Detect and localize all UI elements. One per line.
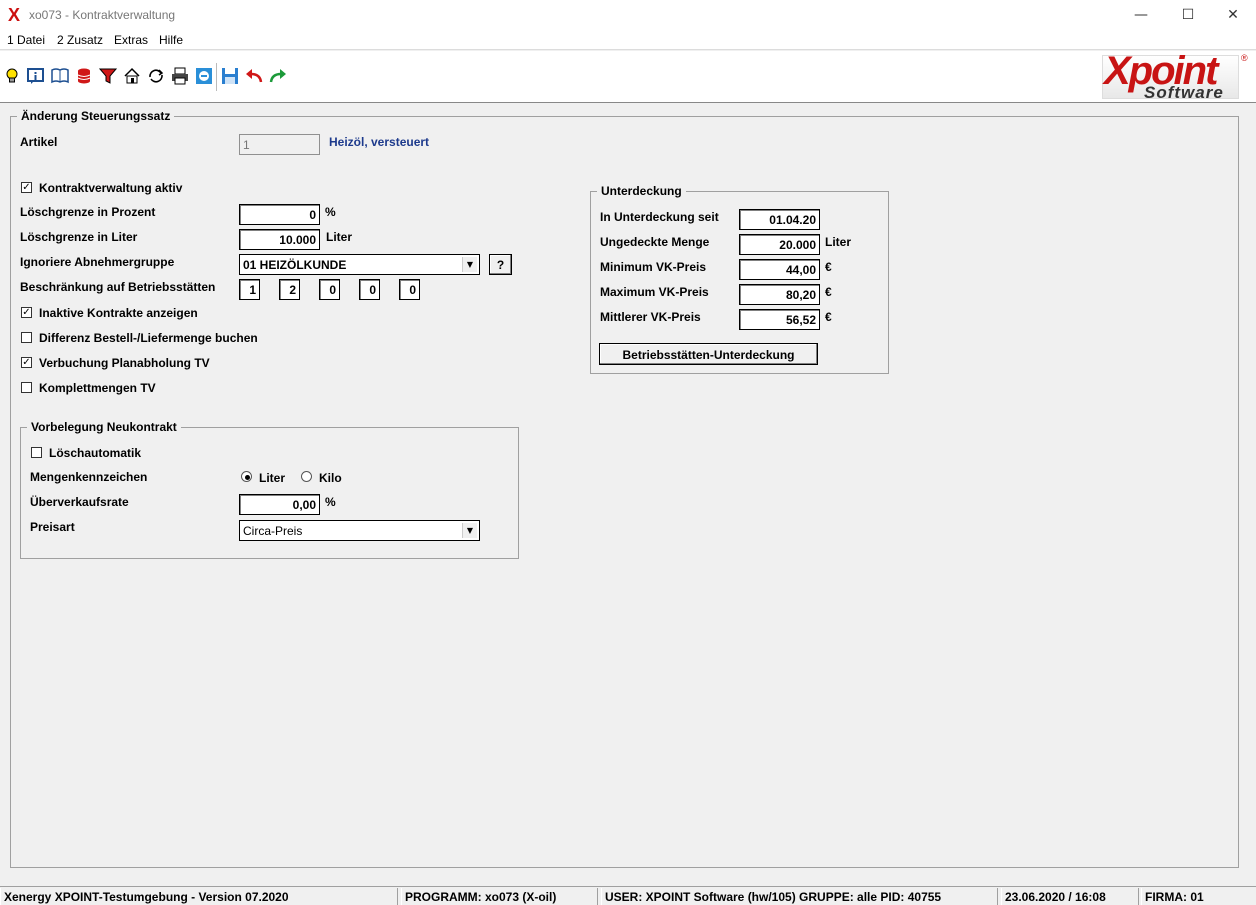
menu-datei[interactable]: 1 Datei [7, 33, 45, 47]
unterdeckung-seit-field: 01.04.20 [739, 209, 820, 230]
minimum-euro-unit: € [825, 260, 832, 274]
ungedeckte-menge-field: 20.000 [739, 234, 820, 255]
unterdeckung-seit-label: In Unterdeckung seit [600, 210, 719, 224]
komplett-checkbox[interactable] [21, 382, 32, 393]
artikel-description: Heizöl, versteuert [329, 135, 430, 149]
status-environment: Xenergy XPOINT-Testumgebung - Version 07… [0, 888, 398, 905]
liter-unit: Liter [326, 230, 353, 244]
database-icon[interactable] [74, 66, 94, 86]
home-icon[interactable] [122, 66, 142, 86]
preisart-select[interactable]: Circa-Preis ▼ [239, 520, 480, 541]
menu-zusatz[interactable]: 2 Zusatz [57, 33, 103, 47]
loeschautomatik-checkbox[interactable] [31, 447, 42, 458]
betriebsstaette-field-4[interactable]: 0 [359, 279, 380, 300]
status-firma: FIRMA: 01 [1141, 888, 1256, 905]
help-button[interactable]: ? [489, 254, 512, 275]
maximum-vk-field: 80,20 [739, 284, 820, 305]
differenz-label: Differenz Bestell-/Liefermenge buchen [39, 331, 258, 345]
loeschgrenze-liter-label: Löschgrenze in Liter [20, 230, 138, 244]
inaktive-checkbox[interactable]: ✓ [21, 307, 32, 318]
liter-radio-label: Liter [259, 471, 286, 485]
brand-subtitle: Software [1144, 83, 1224, 102]
chevron-down-icon[interactable]: ▼ [462, 523, 477, 538]
ueberverkaufsrate-label: Überverkaufsrate [30, 495, 129, 509]
mittlerer-euro-unit: € [825, 310, 832, 324]
loeschgrenze-prozent-label: Löschgrenze in Prozent [20, 205, 156, 219]
minimize-button[interactable]: — [1118, 0, 1164, 30]
window-title: xo073 - Kontraktverwaltung [29, 8, 176, 22]
save-icon[interactable] [220, 66, 240, 86]
print-icon[interactable] [170, 66, 190, 86]
kontrakt-aktiv-label: Kontraktverwaltung aktiv [39, 181, 183, 195]
preisart-value: Circa-Preis [243, 524, 303, 538]
group-title-vorbelegung: Vorbelegung Neukontrakt [27, 420, 181, 434]
minimum-vk-field: 44,00 [739, 259, 820, 280]
title-bar: X xo073 - Kontraktverwaltung — ☐ ✕ [0, 0, 1256, 30]
abnehmergruppe-select[interactable]: 01 HEIZÖLKUNDE ▼ [239, 254, 480, 275]
betriebsstaetten-label: Beschränkung auf Betriebsstätten [20, 280, 216, 294]
ueberverkauf-percent-unit: % [325, 495, 336, 509]
ungedeckte-menge-label: Ungedeckte Menge [600, 235, 710, 249]
komplett-label: Komplettmengen TV [39, 381, 156, 395]
liter-radio[interactable] [241, 471, 252, 482]
verbuchung-checkbox[interactable]: ✓ [21, 357, 32, 368]
loeschgrenze-prozent-field[interactable]: 0 [239, 204, 320, 225]
book-icon[interactable] [50, 66, 70, 86]
brand-registered: ® [1241, 53, 1248, 63]
toolbar-separator [216, 63, 217, 91]
menu-hilfe[interactable]: Hilfe [159, 33, 183, 47]
status-bar: Xenergy XPOINT-Testumgebung - Version 07… [0, 886, 1256, 905]
menu-extras[interactable]: Extras [114, 33, 148, 47]
betriebsstaetten-unterdeckung-button[interactable]: Betriebsstätten-Unterdeckung [599, 343, 818, 365]
group-title-steuerungssatz: Änderung Steuerungssatz [17, 109, 175, 123]
refresh-icon[interactable] [146, 66, 166, 86]
app-logo-icon: X [8, 5, 21, 25]
lightbulb-icon[interactable] [2, 66, 22, 86]
loeschautomatik-label: Löschautomatik [49, 446, 142, 460]
toolbar: Xpoint Software ® [0, 49, 1256, 103]
betriebsstaette-field-1[interactable]: 1 [239, 279, 260, 300]
kilo-radio[interactable] [301, 471, 312, 482]
betriebsstaette-field-5[interactable]: 0 [399, 279, 420, 300]
status-user: USER: XPOINT Software (hw/105) GRUPPE: a… [601, 888, 998, 905]
artikel-label: Artikel [20, 135, 58, 149]
mittlerer-vk-field: 56,52 [739, 309, 820, 330]
abnehmergruppe-label: Ignoriere Abnehmergruppe [20, 255, 175, 269]
status-programm: PROGRAMM: xo073 (X-oil) [401, 888, 598, 905]
maximize-button[interactable]: ☐ [1165, 0, 1211, 30]
menu-bar: 1 Datei 2 Zusatz Extras Hilfe [0, 30, 1256, 50]
percent-unit: % [325, 205, 336, 219]
preisart-label: Preisart [30, 520, 75, 534]
group-title-unterdeckung: Unterdeckung [597, 184, 686, 198]
kontrakt-aktiv-checkbox[interactable]: ✓ [21, 182, 32, 193]
kilo-radio-label: Kilo [319, 471, 342, 485]
inaktive-label: Inaktive Kontrakte anzeigen [39, 306, 198, 320]
artikel-field: 1 [239, 134, 320, 155]
menge-unit: Liter [825, 235, 852, 249]
betriebsstaette-field-3[interactable]: 0 [319, 279, 340, 300]
minimum-vk-label: Minimum VK-Preis [600, 260, 707, 274]
redo-icon[interactable] [268, 66, 288, 86]
info-icon[interactable] [26, 66, 46, 86]
abnehmergruppe-value: 01 HEIZÖLKUNDE [243, 258, 347, 272]
undo-icon[interactable] [244, 66, 264, 86]
xpoint-logo: Xpoint Software ® [1100, 49, 1250, 102]
close-button[interactable]: ✕ [1210, 0, 1256, 30]
filter-icon[interactable] [98, 66, 118, 86]
ueberverkaufsrate-field[interactable]: 0,00 [239, 494, 320, 515]
chevron-down-icon[interactable]: ▼ [462, 257, 477, 272]
status-datetime: 23.06.2020 / 16:08 [1001, 888, 1139, 905]
verbuchung-label: Verbuchung Planabholung TV [39, 356, 210, 370]
maximum-euro-unit: € [825, 285, 832, 299]
minus-circle-icon[interactable] [194, 66, 214, 86]
loeschgrenze-liter-field[interactable]: 10.000 [239, 229, 320, 250]
mittlerer-vk-label: Mittlerer VK-Preis [600, 310, 701, 324]
betriebsstaette-field-2[interactable]: 2 [279, 279, 300, 300]
differenz-checkbox[interactable] [21, 332, 32, 343]
mengenkennzeichen-label: Mengenkennzeichen [30, 470, 148, 484]
maximum-vk-label: Maximum VK-Preis [600, 285, 709, 299]
